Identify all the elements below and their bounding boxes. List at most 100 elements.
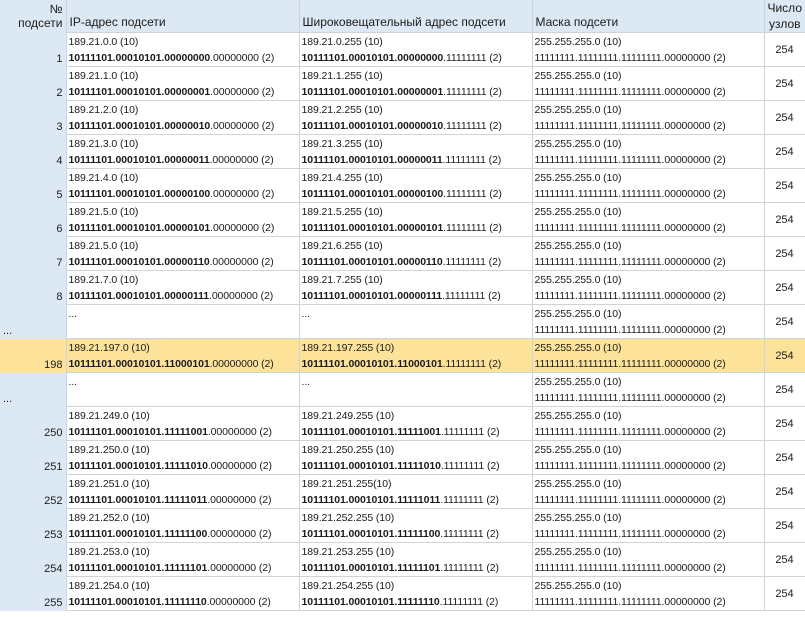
ip-decimal: 189.21.4.0 (10)	[68, 172, 139, 184]
broadcast-binary-host-part: ...	[301, 308, 311, 320]
broadcast-decimal: 189.21.252.255 (10)	[301, 512, 395, 524]
table-row: 5 189.21.4.0 (10) 10111101.00010101.000001…	[0, 168, 805, 203]
ip-decimal: 189.21.251.0 (10)	[68, 478, 150, 490]
broadcast-address-cell: 189.21.3.255 (10) 10111101.00010101.00000…	[298, 134, 533, 169]
broadcast-binary-host-part: ...	[301, 376, 311, 388]
table-row: 3 189.21.2.0 (10) 10111101.00010101.000000…	[0, 100, 805, 135]
broadcast-decimal: 189.21.254.255 (10)	[301, 580, 395, 592]
host-count-cell: 254	[763, 508, 805, 543]
host-count-cell: 254	[763, 372, 805, 407]
broadcast-decimal: 189.21.249.255 (10)	[301, 410, 395, 422]
subnet-mask-cell: 255.255.255.0 (10) 11111111.11111111.1111…	[531, 474, 765, 509]
ip-binary-host-part: ...	[68, 308, 78, 320]
mask-decimal: 255.255.255.0 (10)	[534, 36, 622, 48]
ip-binary-host-part: .00000000 (2)	[210, 120, 275, 132]
broadcast-binary-host-part: .11111111 (2)	[442, 154, 502, 166]
ip-binary-host-part: .00000000 (2)	[209, 256, 274, 268]
ip-binary: 10111101.00010101.11111101.00000000 (2)	[69, 560, 299, 576]
broadcast-binary-network-part: 10111101.00010101.00000110	[301, 256, 443, 268]
ip-decimal: 189.21.252.0 (10)	[68, 512, 150, 524]
broadcast-decimal: 189.21.253.255 (10)	[301, 546, 395, 558]
ip-binary: ...	[69, 306, 299, 322]
broadcast-binary: 10111101.00010101.11111101.11111111 (2)	[302, 560, 532, 576]
broadcast-binary: 10111101.00010101.00000010.11111111 (2)	[302, 118, 532, 134]
broadcast-binary: 10111101.00010101.00000001.11111111 (2)	[302, 84, 532, 100]
ip-binary: 10111101.00010101.11111100.00000000 (2)	[69, 526, 299, 542]
subnet-mask-cell: 255.255.255.0 (10) 11111111.11111111.1111…	[531, 236, 765, 271]
subnet-number-cell: 1	[0, 32, 67, 67]
broadcast-binary: ...	[302, 306, 532, 322]
table-row: 8 189.21.7.0 (10) 10111101.00010101.000001…	[0, 270, 805, 305]
ip-binary-network-part: 10111101.00010101.11111010	[68, 460, 208, 472]
broadcast-address-cell: 189.21.252.255 (10) 10111101.00010101.111…	[298, 508, 533, 543]
mask-binary: 11111111.11111111.11111111.00000000 (2)	[534, 290, 726, 302]
broadcast-binary: 10111101.00010101.11111011.11111111 (2)	[302, 492, 532, 508]
broadcast-binary-host-part: .11111111 (2)	[442, 256, 502, 268]
broadcast-binary-network-part: 10111101.00010101.00000000	[301, 52, 444, 64]
ip-decimal: 189.21.2.0 (10)	[68, 104, 139, 116]
ip-address-cell: 189.21.0.0 (10) 10111101.00010101.0000000…	[65, 32, 300, 67]
broadcast-binary: 10111101.00010101.00000000.11111111 (2)	[302, 50, 532, 66]
ip-binary-host-part: .00000000 (2)	[207, 494, 272, 506]
ip-address-cell: 189.21.4.0 (10) 10111101.00010101.0000010…	[65, 168, 300, 203]
mask-decimal: 255.255.255.0 (10)	[534, 172, 622, 184]
broadcast-binary-host-part: .11111111 (2)	[440, 494, 499, 506]
mask-decimal: 255.255.255.0 (10)	[534, 70, 622, 82]
host-count-cell: 254	[763, 440, 805, 475]
host-count-cell: 254	[763, 542, 805, 577]
ip-binary: 10111101.00010101.00000111.00000000 (2)	[69, 288, 299, 304]
ip-binary-network-part: 10111101.00010101.11111110	[68, 596, 207, 608]
broadcast-binary-host-part: .11111111 (2)	[440, 460, 500, 472]
subnet-number-cell: 5	[0, 168, 67, 203]
header-host-count-line1: Число	[767, 1, 802, 15]
table-row-highlighted: 198 189.21.197.0 (10) 10111101.00010101.11…	[0, 338, 805, 373]
broadcast-binary-host-part: .11111111 (2)	[440, 528, 499, 540]
broadcast-binary-network-part: 10111101.00010101.11111100	[301, 528, 441, 540]
ip-binary-network-part: 10111101.00010101.00000100	[68, 188, 211, 200]
broadcast-address-cell: 189.21.2.255 (10) 10111101.00010101.00000…	[298, 100, 533, 135]
mask-binary: 11111111.11111111.11111111.00000000 (2)	[534, 562, 726, 574]
header-ip-address: IP-адрес подсети	[66, 0, 300, 33]
table-row-ellipsis: ......... 255.255.255.0 (10) 11111111.1111…	[0, 372, 805, 407]
broadcast-binary-network-part: 10111101.00010101.00000100	[301, 188, 444, 200]
table-row: 7 189.21.5.0 (10) 10111101.00010101.000001…	[0, 236, 805, 271]
subnet-mask-cell: 255.255.255.0 (10) 11111111.11111111.1111…	[531, 542, 765, 577]
broadcast-decimal: 189.21.2.255 (10)	[301, 104, 383, 116]
mask-decimal: 255.255.255.0 (10)	[534, 444, 622, 456]
ip-binary-network-part: 10111101.00010101.11111100	[68, 528, 208, 540]
table-row: 250 189.21.249.0 (10) 10111101.00010101.11…	[0, 406, 805, 441]
broadcast-binary-network-part: 10111101.00010101.11111101	[301, 562, 441, 574]
broadcast-binary: 10111101.00010101.11111010.11111111 (2)	[302, 458, 532, 474]
host-count-cell: 254	[763, 134, 805, 169]
mask-binary: 11111111.11111111.11111111.00000000 (2)	[534, 358, 726, 370]
ip-binary-network-part: 10111101.00010101.11000101	[68, 358, 210, 370]
subnet-mask-cell: 255.255.255.0 (10) 11111111.11111111.1111…	[531, 100, 765, 135]
ip-binary-host-part: ...	[68, 376, 78, 388]
mask-binary: 11111111.11111111.11111111.00000000 (2)	[534, 426, 726, 438]
subnet-mask-cell: 255.255.255.0 (10) 11111111.11111111.1111…	[531, 440, 765, 475]
ip-binary: ...	[69, 374, 299, 390]
broadcast-binary: 10111101.00010101.00000100.11111111 (2)	[302, 186, 532, 202]
broadcast-address-cell: 189.21.6.255 (10) 10111101.00010101.00000…	[298, 236, 533, 271]
ip-address-cell: 189.21.1.0 (10) 10111101.00010101.0000000…	[65, 66, 300, 101]
ip-decimal: 189.21.254.0 (10)	[68, 580, 150, 592]
broadcast-binary-host-part: .11111111 (2)	[443, 222, 502, 234]
broadcast-binary: 10111101.00010101.00000101.11111111 (2)	[302, 220, 532, 236]
ip-binary-host-part: .00000000 (2)	[209, 358, 274, 370]
mask-binary: 11111111.11111111.11111111.00000000 (2)	[534, 222, 726, 234]
ip-decimal: 189.21.250.0 (10)	[68, 444, 150, 456]
mask-binary: 11111111.11111111.11111111.00000000 (2)	[534, 528, 726, 540]
host-count-cell: 254	[763, 66, 805, 101]
broadcast-binary-host-part: .11111111 (2)	[442, 290, 501, 302]
ip-binary-network-part: 10111101.00010101.00000001	[68, 86, 211, 98]
subnet-mask-cell: 255.255.255.0 (10) 11111111.11111111.1111…	[531, 66, 765, 101]
mask-binary: 11111111.11111111.11111111.00000000 (2)	[534, 120, 726, 132]
mask-binary: 11111111.11111111.11111111.00000000 (2)	[534, 460, 726, 472]
subnet-mask-cell: 255.255.255.0 (10) 11111111.11111111.1111…	[531, 338, 765, 373]
mask-binary: 11111111.11111111.11111111.00000000 (2)	[534, 324, 726, 336]
ip-decimal: 189.21.5.0 (10)	[68, 206, 139, 218]
ip-binary-network-part: 10111101.00010101.11111101	[68, 562, 208, 574]
host-count-cell: 254	[763, 474, 805, 509]
ip-address-cell: 189.21.5.0 (10) 10111101.00010101.0000010…	[65, 202, 300, 237]
broadcast-binary-host-part: .11111111 (2)	[443, 120, 502, 132]
